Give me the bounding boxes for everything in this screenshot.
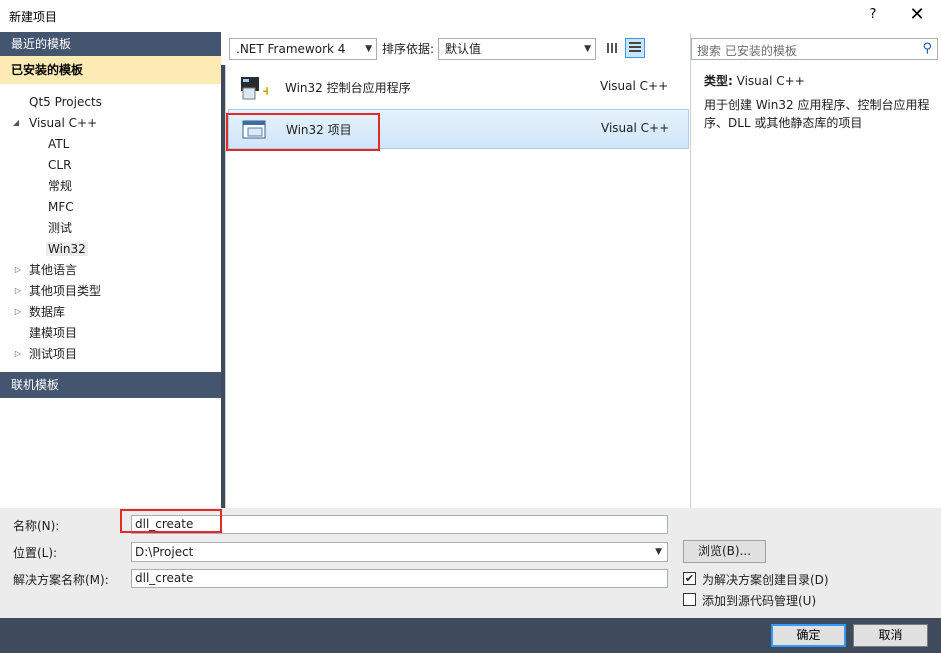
tree-item-label: Visual C++ xyxy=(29,116,98,130)
template-description: 用于创建 Win32 应用程序、控制台应用程序、DLL 或其他静态库的项目 xyxy=(704,98,930,130)
location-field[interactable]: D:\Project ▼ xyxy=(131,542,668,562)
solution-name-field[interactable]: dll_create xyxy=(131,569,668,588)
type-value: Visual C++ xyxy=(736,74,805,88)
collapsed-arrow-icon[interactable]: ▷ xyxy=(13,260,23,280)
svg-text:+: + xyxy=(262,84,268,98)
collapsed-arrow-icon[interactable]: ▷ xyxy=(13,281,23,301)
sort-label: 排序依据: xyxy=(382,42,435,56)
chevron-down-icon[interactable]: ▼ xyxy=(655,543,662,561)
tree-item-database[interactable]: 数据库 xyxy=(29,302,65,322)
templates-panel: .NET Framework 4 ▼ 排序依据: 默认值 ▼ + Win32 控… xyxy=(221,32,941,508)
template-type: 类型: Visual C++ xyxy=(704,72,805,89)
browse-button[interactable]: 浏览(B)... xyxy=(683,540,766,563)
tree-item-other-languages[interactable]: 其他语言 xyxy=(29,260,77,280)
window-title: 新建项目 xyxy=(9,10,58,24)
source-control-checkbox[interactable] xyxy=(683,593,696,606)
location-value: D:\Project xyxy=(135,545,194,559)
search-icon[interactable]: ⚲ xyxy=(922,41,932,56)
solution-name-label: 解决方案名称(M): xyxy=(13,573,109,587)
template-name: Win32 控制台应用程序 xyxy=(285,81,411,95)
list-view-icon xyxy=(629,42,641,52)
location-label: 位置(L): xyxy=(13,546,58,560)
tree-item-label: 数据库 xyxy=(29,305,66,319)
expanded-arrow-icon[interactable]: ◢ xyxy=(11,113,21,133)
tree-item-atl[interactable]: ATL xyxy=(48,134,69,154)
online-templates-header[interactable]: 联机模板 xyxy=(0,372,221,398)
search-input[interactable]: 搜索 已安装的模板 ⚲ xyxy=(691,38,938,60)
tree-item-label: 测试 xyxy=(48,221,73,235)
installed-templates-header[interactable]: 已安装的模板 xyxy=(0,56,221,84)
tree-item-other-project-types[interactable]: 其他项目类型 xyxy=(29,281,101,301)
type-label: 类型: xyxy=(704,74,733,88)
close-icon[interactable]: ✕ xyxy=(904,3,930,29)
tree-item-label: 测试项目 xyxy=(29,347,78,361)
ok-button[interactable]: 确定 xyxy=(771,624,846,647)
small-icons-view-button[interactable] xyxy=(603,38,623,58)
create-directory-checkbox[interactable]: ✔ xyxy=(683,572,696,585)
highlight-box xyxy=(120,509,222,533)
list-view-button[interactable] xyxy=(625,38,645,58)
details-panel: 搜索 已安装的模板 ⚲ 类型: Visual C++ 用于创建 Win32 应用… xyxy=(690,33,941,508)
framework-select[interactable]: .NET Framework 4 ▼ xyxy=(229,38,377,60)
tree-item-mfc[interactable]: MFC xyxy=(48,197,74,217)
title-bar: 新建项目 ? ✕ xyxy=(0,0,941,32)
sort-select[interactable]: 默认值 ▼ xyxy=(438,38,596,60)
tree-item-label: 其他语言 xyxy=(29,263,78,277)
sort-value: 默认值 xyxy=(445,42,482,56)
dialog-footer: 确定 取消 xyxy=(0,618,941,653)
tree-item-win32[interactable]: Win32 xyxy=(46,239,88,259)
template-language: Visual C++ xyxy=(600,79,669,93)
tree-item-label: 建模项目 xyxy=(29,326,78,340)
list-item[interactable]: + Win32 控制台应用程序 Visual C++ xyxy=(228,68,689,108)
tree-item-test[interactable]: 测试 xyxy=(48,218,72,238)
small-icons-icon xyxy=(607,43,617,53)
tree-item-general[interactable]: 常规 xyxy=(48,176,72,196)
collapsed-arrow-icon[interactable]: ▷ xyxy=(13,344,23,364)
name-label: 名称(N): xyxy=(13,519,60,533)
template-categories-panel: 最近的模板 已安装的模板 Qt5 Projects ◢ Visual C++ A… xyxy=(0,32,221,508)
tree-item-label: 常规 xyxy=(48,179,73,193)
collapsed-arrow-icon[interactable]: ▷ xyxy=(13,302,23,322)
tree-item-label: 其他项目类型 xyxy=(29,284,102,298)
template-language: Visual C++ xyxy=(601,121,670,135)
tree-item-label: ATL xyxy=(48,137,70,151)
tree-item-label: MFC xyxy=(48,200,74,214)
tree-item-label: CLR xyxy=(48,158,72,172)
tree-item-label: Win32 xyxy=(46,242,88,256)
highlight-box xyxy=(226,113,380,151)
tree-item-visual-cpp[interactable]: Visual C++ xyxy=(29,113,97,133)
search-placeholder: 搜索 已安装的模板 xyxy=(697,44,797,58)
check-icon: ✔ xyxy=(684,572,695,585)
console-app-icon: + xyxy=(241,77,268,100)
tree-item-label: Qt5 Projects xyxy=(29,95,102,109)
recent-templates-header[interactable]: 最近的模板 xyxy=(0,32,221,56)
tree-item-test-projects[interactable]: 测试项目 xyxy=(29,344,77,364)
cancel-button[interactable]: 取消 xyxy=(853,624,928,647)
source-control-label: 添加到源代码管理(U) xyxy=(702,594,817,608)
tree-item-qt5-projects[interactable]: Qt5 Projects xyxy=(29,92,102,112)
framework-value: .NET Framework 4 xyxy=(236,42,346,56)
help-icon[interactable]: ? xyxy=(862,4,884,26)
chevron-down-icon: ▼ xyxy=(365,44,372,54)
tree-item-modeling-projects[interactable]: 建模项目 xyxy=(29,323,77,343)
create-directory-label: 为解决方案创建目录(D) xyxy=(702,573,829,587)
tree-item-clr[interactable]: CLR xyxy=(48,155,71,175)
chevron-down-icon: ▼ xyxy=(584,44,591,54)
